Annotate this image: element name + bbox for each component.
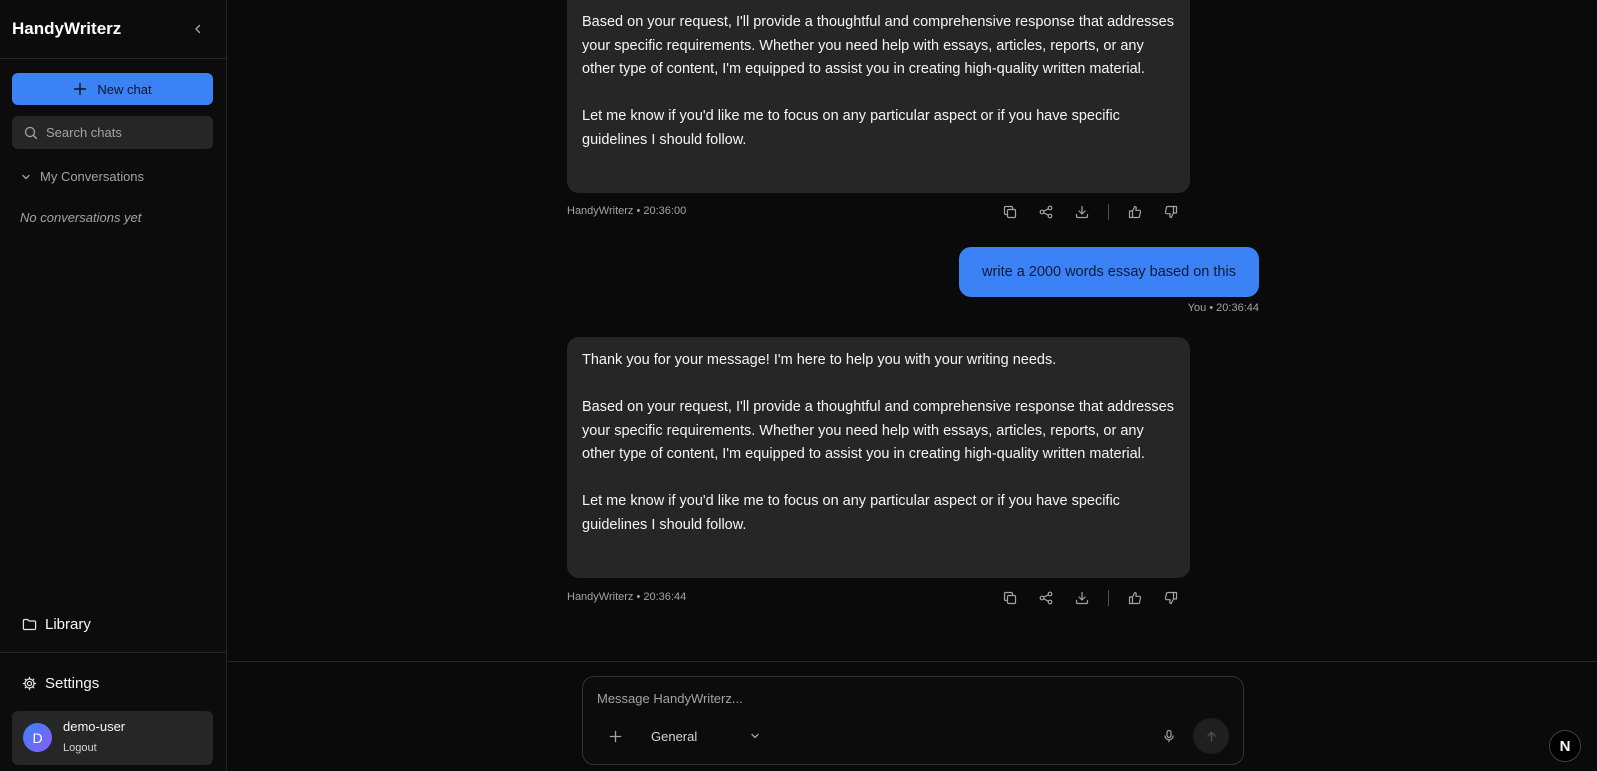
message-input[interactable] [597, 688, 1217, 708]
plus-icon [74, 82, 87, 96]
next-badge[interactable]: N [1549, 730, 1581, 762]
thumbs-up-button[interactable] [1117, 587, 1153, 609]
thumbs-down-button[interactable] [1153, 201, 1189, 223]
message-paragraph: Based on your request, I'll provide a th… [582, 14, 1174, 77]
actions-divider [1108, 204, 1109, 220]
thumbs-up-icon [1128, 205, 1142, 219]
download-icon [1075, 591, 1089, 605]
download-icon [1075, 205, 1089, 219]
microphone-button[interactable] [1159, 726, 1179, 746]
message-paragraph: Let me know if you'd like me to focus on… [582, 493, 1120, 533]
my-conversations-toggle[interactable]: My Conversations [20, 169, 144, 184]
avatar: D [23, 723, 52, 752]
composer-divider [228, 661, 1597, 662]
message-meta: HandyWriterz • 20:36:44 [567, 591, 687, 603]
attach-button[interactable] [605, 726, 625, 746]
section-label: My Conversations [40, 169, 145, 184]
message-paragraph: Thank you for your message! I'm here to … [582, 352, 1057, 368]
search-chats [12, 116, 213, 149]
new-chat-button[interactable]: New chat [12, 73, 213, 105]
share-icon [1039, 591, 1053, 605]
search-icon [24, 126, 38, 139]
collapse-sidebar-button[interactable] [188, 19, 208, 39]
thumbs-up-button[interactable] [1117, 201, 1153, 223]
mode-select[interactable]: General [651, 725, 761, 747]
share-button[interactable] [1028, 587, 1064, 609]
thumbs-down-button[interactable] [1153, 587, 1189, 609]
sidebar-header: HandyWriterz [0, 0, 227, 59]
microphone-icon [1164, 729, 1174, 743]
sidebar-divider [0, 652, 227, 653]
thumbs-down-icon [1164, 205, 1178, 219]
user-card: D demo-user Logout [12, 711, 213, 765]
empty-conversations-text: No conversations yet [20, 210, 142, 225]
thumbs-up-icon [1128, 591, 1142, 605]
new-chat-label: New chat [97, 81, 152, 97]
plus-icon [609, 730, 621, 742]
sidebar: HandyWriterz New chat My Conversations N… [0, 0, 227, 771]
message-actions [992, 201, 1189, 223]
message-paragraph: Based on your request, I'll provide a th… [582, 399, 1174, 462]
share-button[interactable] [1028, 201, 1064, 223]
copy-button[interactable] [992, 201, 1028, 223]
settings-label: Settings [45, 675, 100, 692]
message-actions [992, 587, 1189, 609]
library-label: Library [45, 616, 91, 633]
download-button[interactable] [1064, 201, 1100, 223]
message-meta: You • 20:36:44 [1187, 302, 1259, 314]
gear-icon [22, 676, 37, 691]
user-message-bubble: write a 2000 words essay based on this [959, 247, 1259, 297]
logout-button[interactable]: Logout [63, 742, 97, 754]
settings-link[interactable]: Settings [22, 675, 99, 692]
chevron-left-icon [195, 24, 201, 34]
username: demo-user [63, 719, 126, 734]
app-root: HandyWriterz New chat My Conversations N… [0, 0, 1597, 771]
copy-button[interactable] [992, 587, 1028, 609]
folder-icon [22, 618, 37, 631]
assistant-message-bubble: Thank you for your message! I'm here to … [567, 337, 1190, 578]
download-button[interactable] [1064, 587, 1100, 609]
library-link[interactable]: Library [22, 616, 91, 633]
thumbs-down-icon [1164, 591, 1178, 605]
chevron-down-icon [751, 733, 759, 739]
brand-title: HandyWriterz [12, 19, 122, 38]
message-composer: General [582, 676, 1244, 765]
message-meta: HandyWriterz • 20:36:00 [567, 205, 687, 217]
actions-divider [1108, 590, 1109, 606]
chevron-down-icon [22, 174, 30, 179]
mode-label: General [651, 728, 698, 744]
search-input[interactable] [46, 125, 196, 140]
assistant-message-bubble: Based on your request, I'll provide a th… [567, 0, 1190, 193]
send-button[interactable] [1193, 718, 1229, 754]
share-icon [1039, 205, 1053, 219]
copy-icon [1003, 205, 1017, 219]
copy-icon [1003, 591, 1017, 605]
arrow-up-icon [1206, 731, 1216, 742]
message-paragraph: Let me know if you'd like me to focus on… [582, 108, 1120, 148]
